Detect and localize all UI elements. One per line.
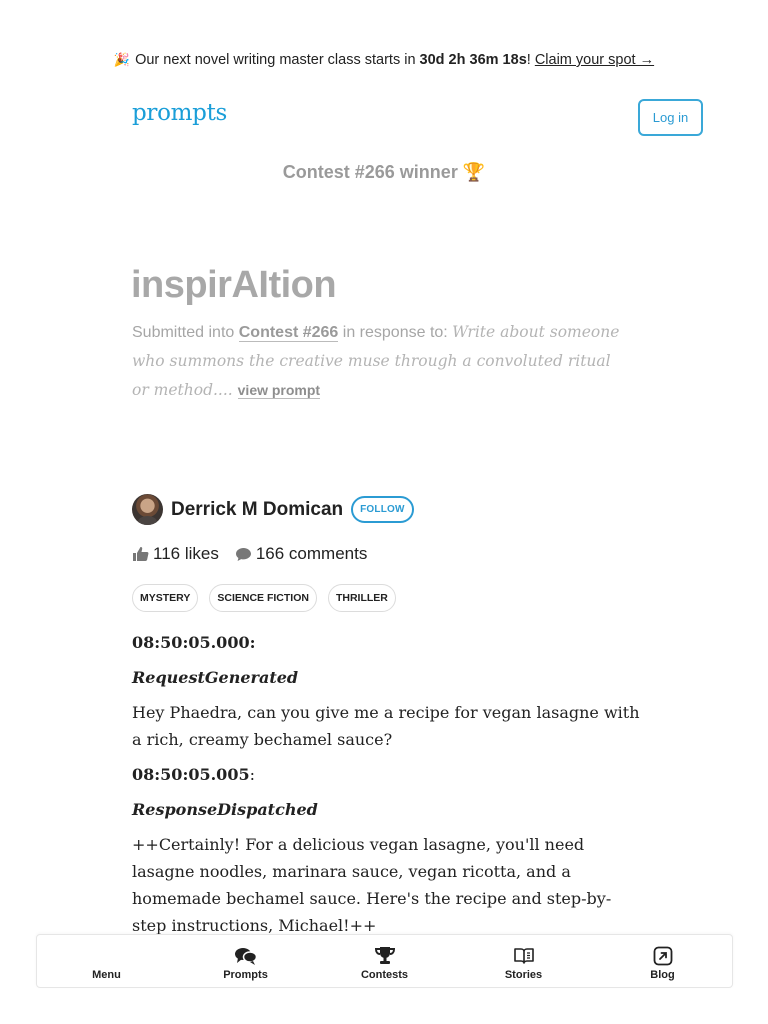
nav-label-prompts: Prompts <box>223 969 268 981</box>
author-name[interactable]: Derrick M Domican <box>171 499 343 521</box>
submitted-prefix: Submitted into <box>132 324 239 341</box>
contest-winner-text: Contest #266 winner 🏆 <box>282 162 486 182</box>
site-logo[interactable]: prompts <box>132 100 227 126</box>
avatar[interactable] <box>132 494 163 525</box>
paragraph-2: ++Certainly! For a delicious vegan lasag… <box>132 835 612 935</box>
story-title: inspirAItion <box>131 264 337 306</box>
comments-label: 166 comments <box>255 544 368 563</box>
banner-countdown: 30d 2h 36m 18s <box>419 52 527 68</box>
banner-bang: ! <box>526 52 535 68</box>
story-body: 08:50:05.000: RequestGenerated Hey Phaed… <box>132 629 642 947</box>
open-book-icon <box>513 945 535 967</box>
claim-spot-link[interactable]: Claim your spot → <box>535 52 654 68</box>
party-popper-icon: 🎉 <box>113 52 131 67</box>
author-row: Derrick M Domican FOLLOW <box>132 494 414 525</box>
paragraph-1: Hey Phaedra, can you give me a recipe fo… <box>132 703 640 749</box>
tag-science-fiction[interactable]: SCIENCE FICTION <box>209 584 317 612</box>
comment-bubble-icon <box>235 547 252 562</box>
external-arrow-icon <box>653 945 673 967</box>
trophy-icon <box>374 945 396 967</box>
contest-winner-label: Contest #266 winner 🏆 <box>0 162 768 183</box>
nav-label-contests: Contests <box>360 969 409 981</box>
timestamp-2: 08:50:05.005 <box>132 765 250 784</box>
response-to-text: in response to: <box>338 324 453 341</box>
submission-info: Submitted into Contest #266 in response … <box>132 318 632 405</box>
thumbs-up-icon <box>132 546 149 562</box>
nav-label-stories: Stories <box>504 969 543 981</box>
tag-thriller[interactable]: THRILLER <box>327 584 396 612</box>
announcement-banner: 🎉 Our next novel writing master class sta… <box>0 52 768 68</box>
tag-mystery[interactable]: MYSTERY <box>132 584 199 612</box>
follow-button[interactable]: FOLLOW <box>351 496 414 523</box>
nav-item-menu[interactable]: Menu <box>37 935 176 987</box>
event-1: RequestGenerated <box>132 668 299 687</box>
view-prompt-link[interactable]: view prompt <box>237 382 321 399</box>
nav-item-stories[interactable]: Stories <box>454 935 593 987</box>
speech-bubbles-icon <box>234 945 258 967</box>
likes-count[interactable]: 116 likes <box>132 544 219 564</box>
timestamp-1: 08:50:05.000: <box>132 633 256 652</box>
contest-link[interactable]: Contest #266 <box>238 324 339 342</box>
nav-item-prompts[interactable]: Prompts <box>176 935 315 987</box>
nav-item-blog[interactable]: Blog <box>593 935 732 987</box>
comments-count[interactable]: 166 comments <box>235 544 368 564</box>
timestamp-2-line: 08:50:05.005: <box>132 761 642 788</box>
nav-item-contests[interactable]: Contests <box>315 935 454 987</box>
timestamp-2-colon: : <box>249 765 255 784</box>
nav-label-blog: Blog <box>650 969 675 981</box>
nav-label-menu: Menu <box>92 969 121 981</box>
login-button[interactable]: Log in <box>638 99 703 136</box>
event-2: ResponseDispatched <box>132 800 318 819</box>
bottom-nav: Menu Prompts Contests Stories Blog <box>36 934 733 988</box>
banner-text: Our next novel writing master class star… <box>135 52 420 68</box>
tag-list: MYSTERY SCIENCE FICTION THRILLER <box>132 584 396 612</box>
story-stats: 116 likes 166 comments <box>132 544 367 564</box>
likes-label: 116 likes <box>153 544 219 563</box>
